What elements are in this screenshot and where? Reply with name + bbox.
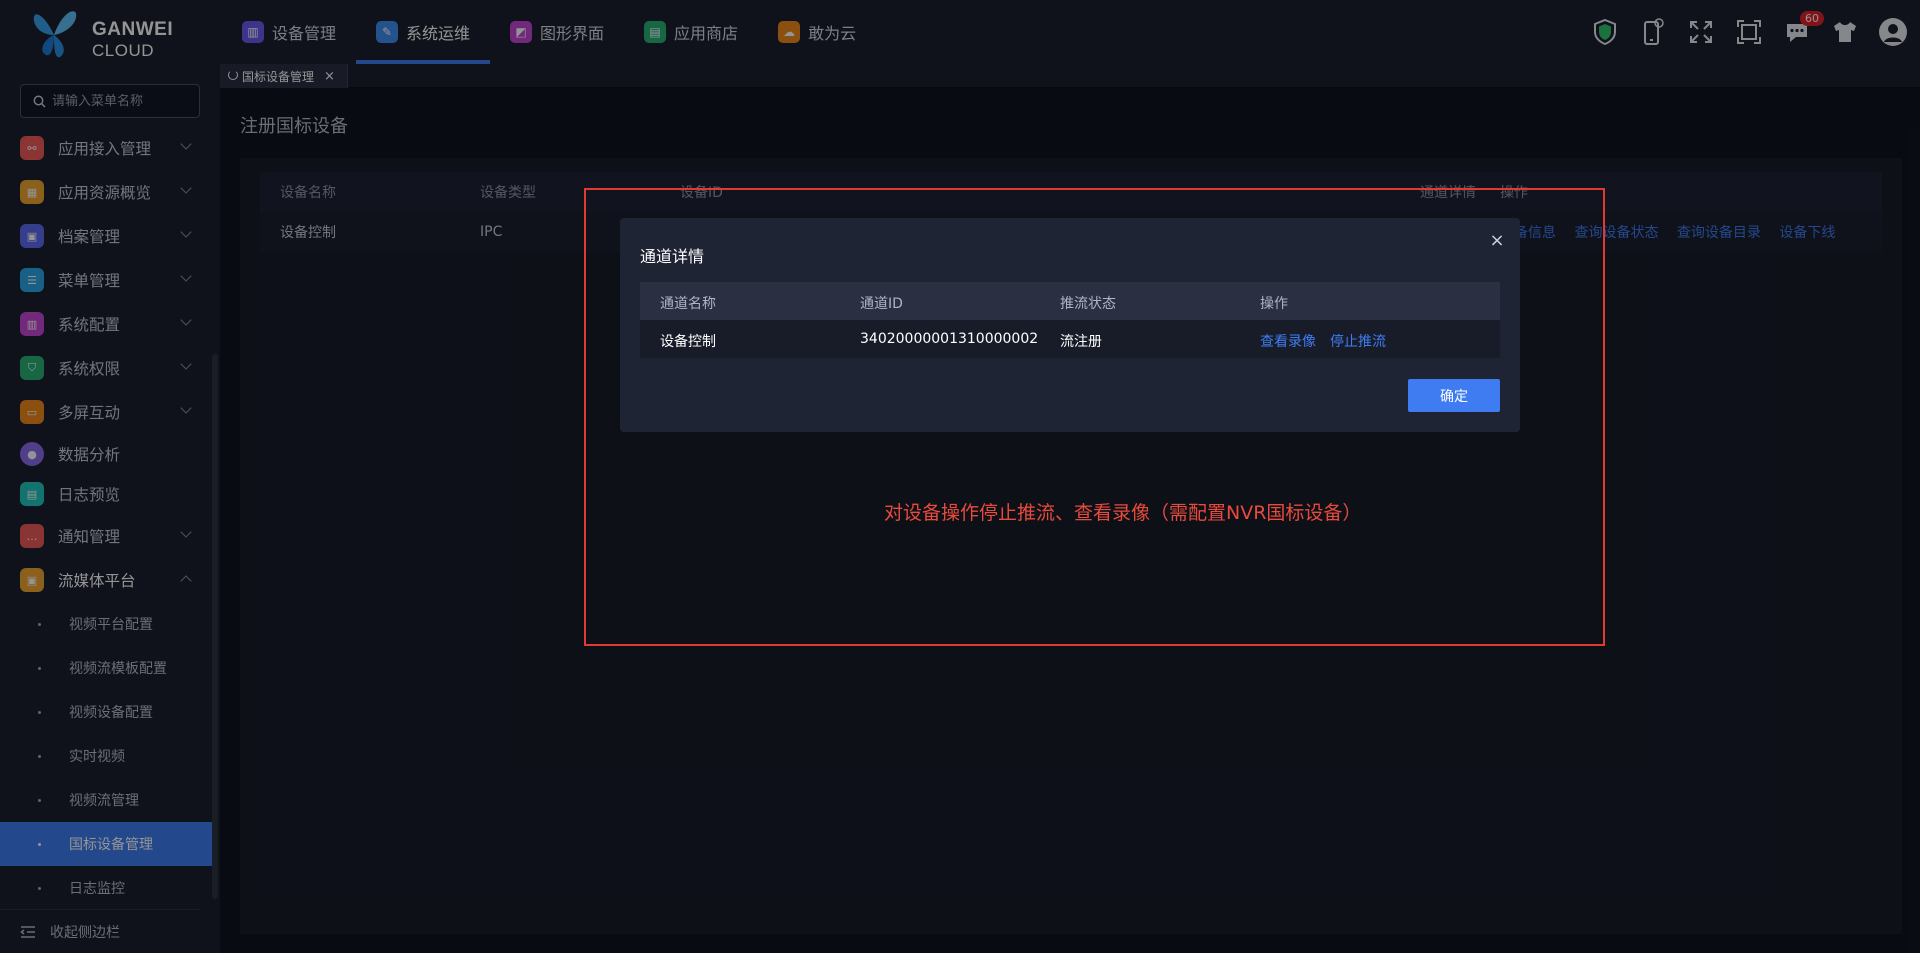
annotation-note: 对设备操作停止推流、查看录像（需配置NVR国标设备） <box>884 502 1362 524</box>
annotation-highlight-box <box>584 188 1605 646</box>
